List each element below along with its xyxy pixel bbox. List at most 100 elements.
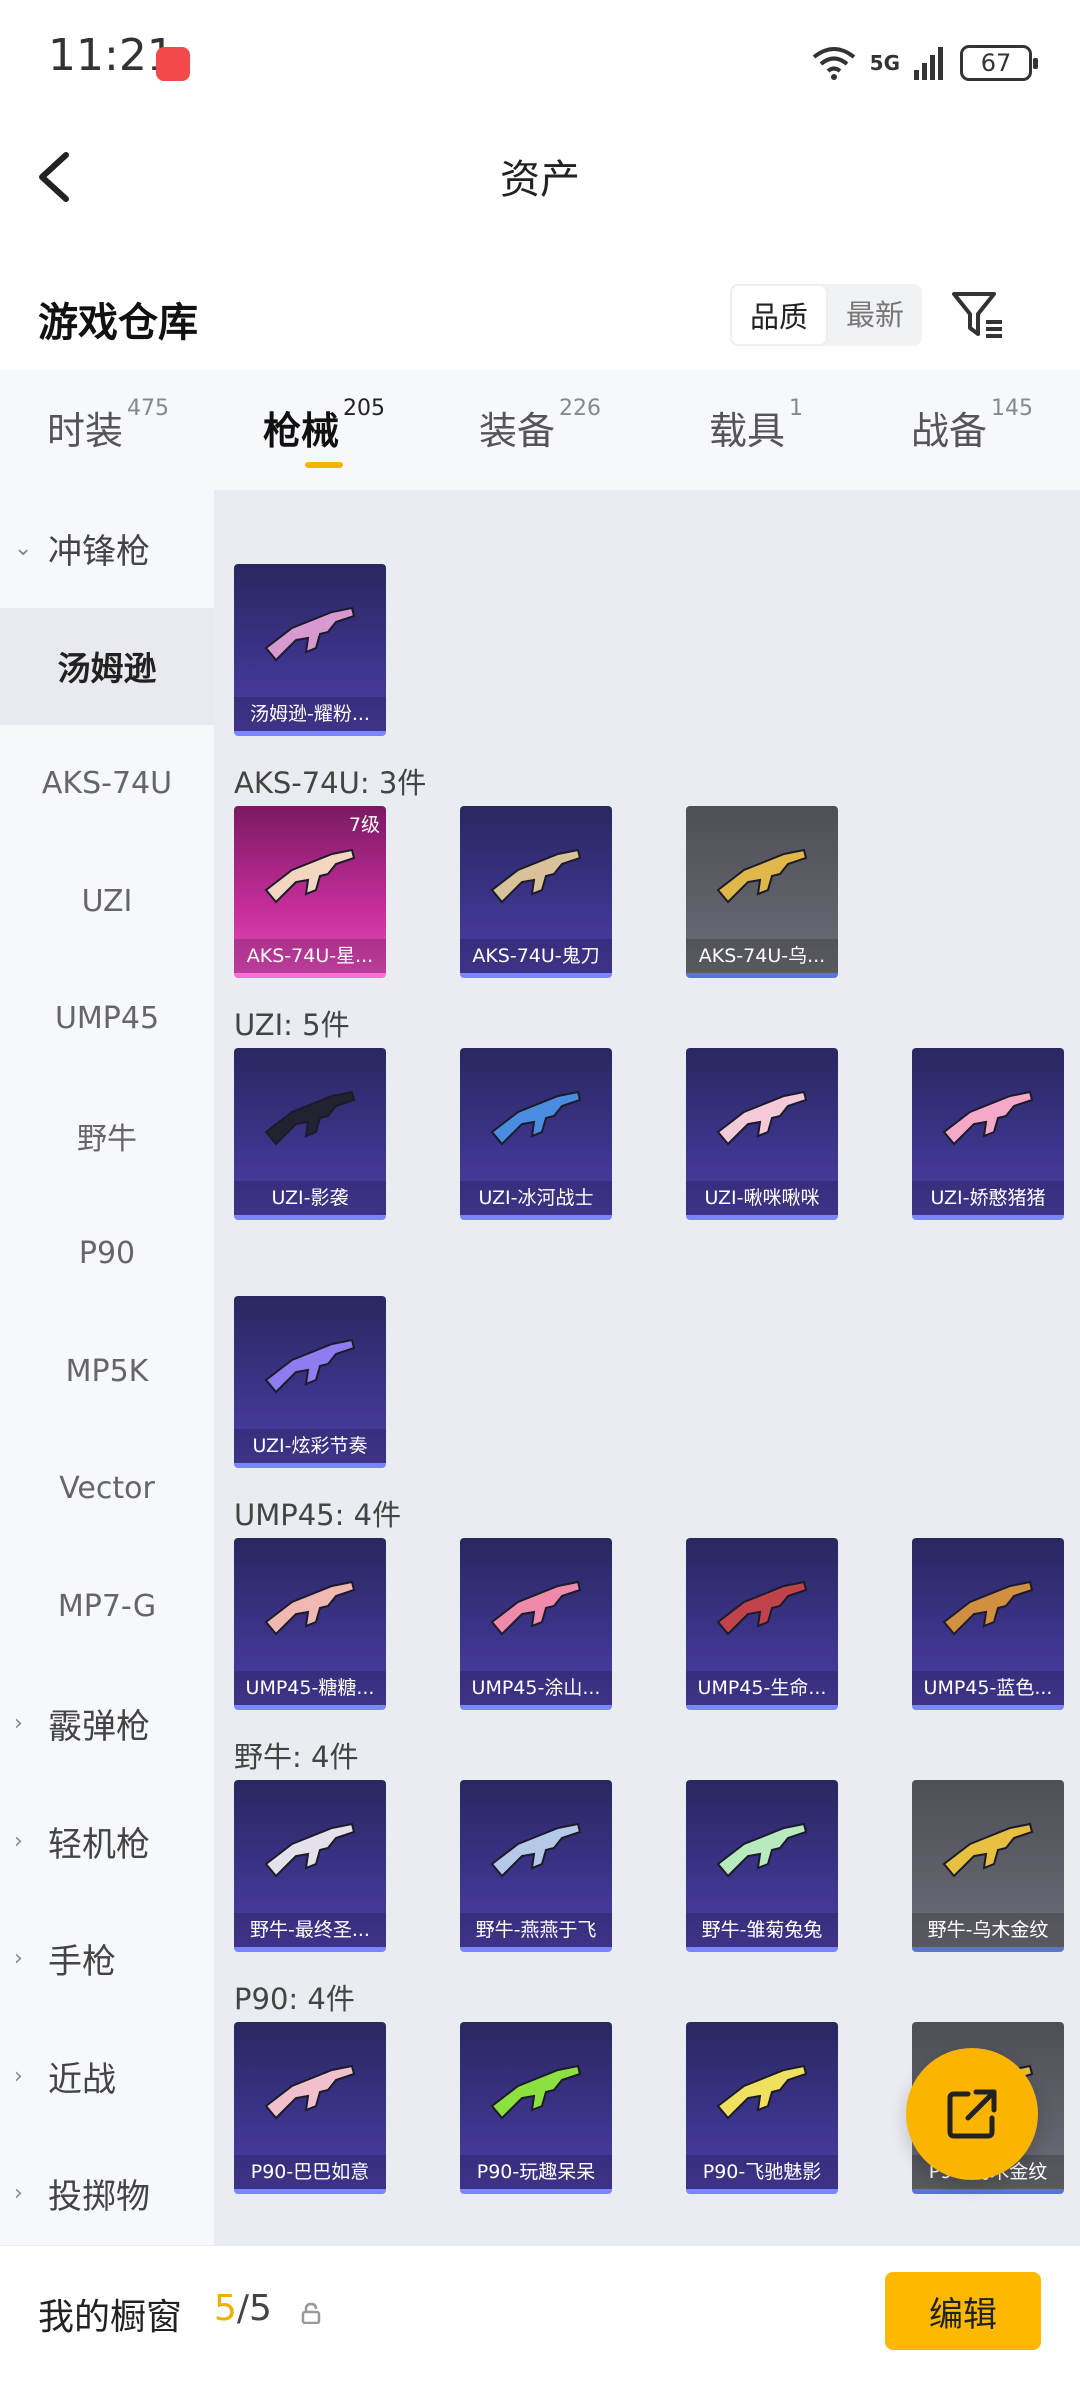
weapon-card[interactable]: 野牛-雏菊兔兔 [686,1780,838,1952]
section-label: UZI: 5件 [234,1008,350,1042]
sidebar-item[interactable]: Vector [0,1430,214,1548]
weapon-card[interactable]: P90-飞驰魅影 [686,2022,838,2194]
weapon-card-name: AKS-74U-星... [234,939,386,973]
section-label: P90: 4件 [234,1982,355,2016]
tab-vehicles[interactable]: 载具1 [648,370,864,490]
battery-indicator: 67 [960,45,1038,81]
weapon-card[interactable]: UZI-炫彩节奏 [234,1296,386,1468]
weapon-card-name: UMP45-糖糖... [234,1671,386,1705]
filter-icon[interactable] [948,284,1008,344]
sidebar-category[interactable]: ⌄ 冲锋枪 [0,490,214,608]
weapon-card-name: UMP45-涂山... [460,1671,612,1705]
weapon-skin-icon [942,1580,1034,1636]
sidebar-category[interactable]: › 手枪 [0,1900,214,2018]
sidebar-item[interactable]: MP7-G [0,1548,214,1666]
weapon-card-name: UMP45-蓝色... [912,1671,1064,1705]
weapon-card-name: 野牛-燕燕于飞 [460,1913,612,1947]
tab-gear[interactable]: 战备145 [864,370,1080,490]
weapon-skin-icon [716,1580,808,1636]
sidebar-item-label: 霰弹枪 [48,1707,150,1748]
sidebar-item-label: Vector [59,1471,155,1507]
tab-firearms[interactable]: 枪械205 [216,370,432,490]
sort-toggle: 品质 最新 [730,284,923,346]
tab-label: 枪械 [262,409,339,453]
weapon-card[interactable]: 野牛-乌木金纹 [912,1780,1064,1952]
weapon-card[interactable]: UMP45-生命... [686,1538,838,1710]
weapon-card-name: UZI-娇憨猪猪 [912,1181,1064,1215]
weapon-card-name: UZI-啾咪啾咪 [686,1181,838,1215]
weapon-skin-icon [716,848,808,904]
sidebar-item[interactable]: UMP45 [0,960,214,1078]
external-link-icon [947,2089,997,2139]
share-button[interactable] [906,2048,1038,2180]
tab-fashion[interactable]: 时装475 [0,370,216,490]
weapon-card-name: 野牛-雏菊兔兔 [686,1913,838,1947]
edit-button[interactable]: 编辑 [885,2272,1041,2350]
weapon-card[interactable]: 野牛-最终圣... [234,1780,386,1952]
weapon-card[interactable]: UZI-啾咪啾咪 [686,1048,838,1220]
tab-count: 226 [559,396,601,421]
showcase-label: 我的橱窗 [38,2297,183,2338]
sidebar-item[interactable]: UZI [0,843,214,961]
weapon-card[interactable]: UMP45-涂山... [460,1538,612,1710]
sidebar-item-label: 近战 [48,2059,116,2100]
weapon-card-name: P90-玩趣呆呆 [460,2155,612,2189]
weapon-card-name: UMP45-生命... [686,1671,838,1705]
sidebar-item[interactable]: 野牛 [0,1078,214,1196]
weapon-card[interactable]: 汤姆逊-耀粉... [234,564,386,736]
weapon-card[interactable]: UZI-冰河战士 [460,1048,612,1220]
weapon-card[interactable]: UZI-影袭 [234,1048,386,1220]
tab-label: 载具 [708,409,785,453]
sidebar-item-label: 轻机枪 [48,1824,150,1865]
chevron-right-icon: › [14,1828,23,1854]
weapon-card[interactable]: AKS-74U-鬼刀 [460,806,612,978]
weapon-skin-icon [942,1822,1034,1878]
weapon-card[interactable]: UZI-娇憨猪猪 [912,1048,1064,1220]
sidebar-item[interactable]: AKS-74U [0,725,214,843]
sidebar-item[interactable]: 汤姆逊 [0,607,214,725]
active-tab-indicator [305,462,343,468]
tab-equipment[interactable]: 装备226 [432,370,648,490]
page-title: 资产 [500,157,580,203]
sort-option-quality[interactable]: 品质 [730,284,829,346]
sidebar-item[interactable]: P90 [0,1195,214,1313]
sidebar-item[interactable]: MP5K [0,1313,214,1431]
weapon-card[interactable]: 7级 AKS-74U-星... [234,806,386,978]
weapon-skin-icon [264,606,356,662]
weapon-skin-icon [716,1822,808,1878]
weapon-card[interactable]: 野牛-燕燕于飞 [460,1780,612,1952]
weapon-card-name: AKS-74U-乌... [686,939,838,973]
weapon-skin-icon [264,2064,356,2120]
chevron-right-icon: › [14,2181,23,2207]
weapon-card[interactable]: P90-巴巴如意 [234,2022,386,2194]
weapon-skin-icon [264,1090,356,1146]
weapon-card-name: UZI-影袭 [234,1181,386,1215]
weapon-card-name: AKS-74U-鬼刀 [460,939,612,973]
chevron-right-icon: › [14,1946,23,1972]
weapon-card[interactable]: UMP45-蓝色... [912,1538,1064,1710]
sidebar-category[interactable]: › 轻机枪 [0,1783,214,1901]
sidebar-category[interactable]: › 投掷物 [0,2135,214,2253]
chevron-right-icon: › [14,1711,23,1737]
weapon-skin-icon [716,1090,808,1146]
weapon-skin-icon [716,2064,808,2120]
weapon-card[interactable]: P90-玩趣呆呆 [460,2022,612,2194]
weapon-card-name: UZI-冰河战士 [460,1181,612,1215]
wifi-icon [812,47,855,80]
sidebar-category[interactable]: › 霰弹枪 [0,1665,214,1783]
weapon-card[interactable]: AKS-74U-乌... [686,806,838,978]
sort-option-newest[interactable]: 最新 [828,284,922,346]
status-bar: 11:21 5G 67 [0,0,1080,125]
tab-count: 205 [343,396,385,421]
sidebar-category[interactable]: › 近战 [0,2018,214,2136]
weapon-skin-icon [264,1338,356,1394]
weapon-card-name: P90-巴巴如意 [234,2155,386,2189]
weapon-card-name: P90-飞驰魅影 [686,2155,838,2189]
app-notification-icon [156,47,190,81]
weapon-skin-icon [490,1580,582,1636]
tab-count: 145 [991,396,1033,421]
weapon-skin-icon [490,1822,582,1878]
section-label: 野牛: 4件 [234,1740,359,1774]
sidebar-item-label: 冲锋枪 [48,532,150,573]
weapon-card[interactable]: UMP45-糖糖... [234,1538,386,1710]
